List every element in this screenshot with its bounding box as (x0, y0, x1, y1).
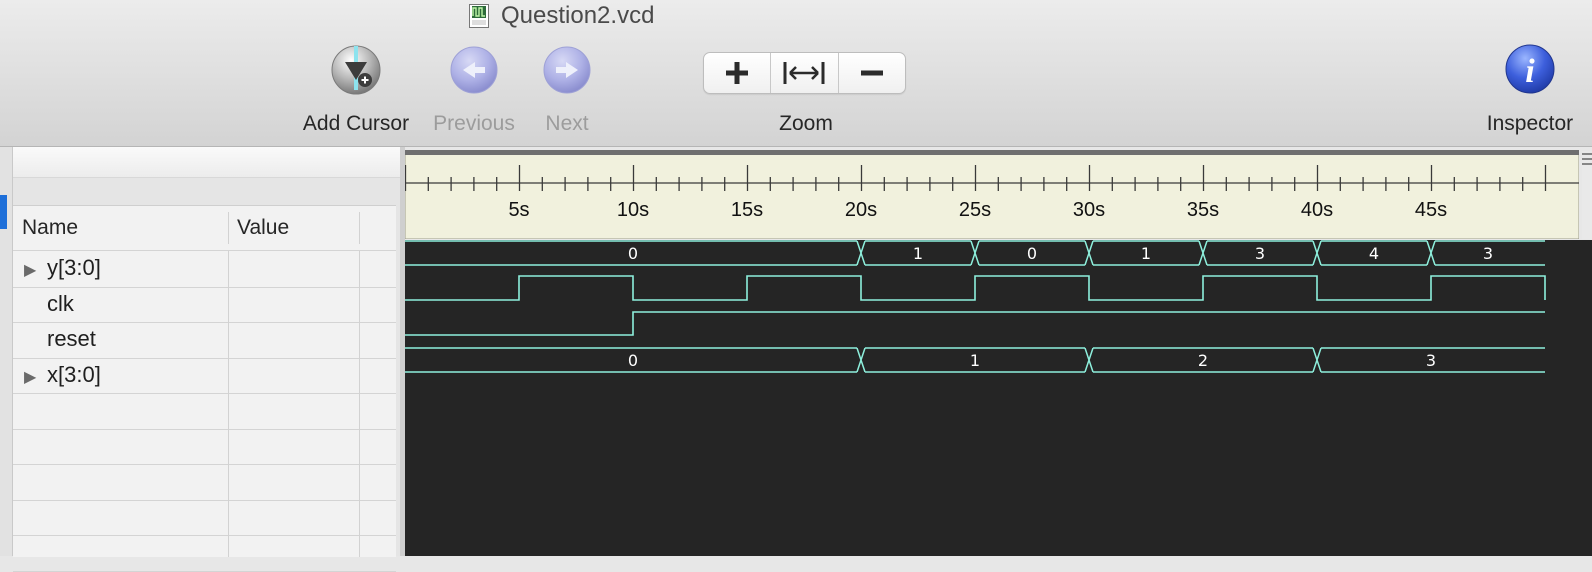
previous-arrow-icon (450, 46, 498, 94)
vcd-file-icon (469, 4, 489, 28)
signal-name: reset (47, 326, 96, 351)
add-cursor-button[interactable]: Add Cursor (298, 40, 414, 135)
previous-button[interactable]: Previous (426, 40, 522, 135)
x-value-label: 0 (628, 351, 638, 370)
y-value-label: 0 (628, 244, 638, 263)
y-value-label: 4 (1369, 244, 1379, 263)
zoom-fit-button[interactable] (771, 53, 839, 93)
ruler-tick-label: 10s (617, 199, 649, 221)
ruler-tick-label: 25s (959, 199, 991, 221)
names-panel-header-bar (13, 147, 400, 178)
x-value-label: 3 (1426, 351, 1436, 370)
svg-text:i: i (1525, 53, 1535, 90)
disclosure-triangle-icon[interactable]: ▶ (24, 260, 36, 280)
menu-lines-icon (1582, 153, 1592, 165)
row-divider (13, 464, 396, 465)
previous-label: Previous (433, 112, 515, 135)
next-label: Next (545, 112, 589, 135)
ruler-tick-label: 15s (731, 199, 763, 221)
signal-row[interactable]: clk (13, 287, 396, 323)
signal-row[interactable]: reset (13, 322, 396, 358)
ruler-tick-label: 20s (845, 199, 877, 221)
row-divider (13, 429, 396, 430)
inspector-button[interactable]: i Inspector (1478, 40, 1582, 135)
signals-table: Name Value ▶ y[3:0] clk reset ▶ x[3:0] (13, 205, 396, 572)
waveform-area[interactable]: 0 1 0 1 3 4 3 0 1 2 3 (405, 240, 1592, 556)
column-separator[interactable] (359, 212, 360, 244)
row-divider (13, 535, 396, 536)
disclosure-triangle-icon[interactable]: ▶ (24, 367, 36, 387)
signal-name: x[3:0] (47, 362, 101, 387)
signal-name: y[3:0] (47, 255, 101, 280)
zoom-out-button[interactable] (839, 53, 905, 93)
y-value-label: 1 (913, 244, 923, 263)
signal-row[interactable]: ▶ y[3:0] (13, 251, 396, 287)
ruler-tick-label: 5s (508, 199, 529, 221)
ruler-tick-label: 45s (1415, 199, 1447, 221)
minus-icon (860, 70, 883, 76)
left-edge-strip (0, 147, 13, 556)
zoom-in-button[interactable] (704, 53, 772, 93)
ruler-top-edge (405, 150, 1579, 155)
waveform-background (405, 240, 1592, 556)
add-cursor-label: Add Cursor (302, 112, 410, 135)
y-value-label: 1 (1141, 244, 1151, 263)
plus-icon (726, 62, 749, 84)
ruler-tick-label: 40s (1301, 199, 1333, 221)
ruler-tick-label: 35s (1187, 199, 1219, 221)
time-ruler[interactable]: 5s 10s 15s 20s 25s 30s 35s 40s 45s (405, 150, 1579, 239)
signal-names-panel: Name Value ▶ y[3:0] clk reset ▶ x[3:0] (13, 147, 400, 572)
add-cursor-icon (331, 45, 381, 95)
x-value-label: 2 (1198, 351, 1208, 370)
toolbar: Question2.vcd Add Cursor Previous Next Z… (0, 0, 1592, 147)
inspector-label: Inspector (1486, 112, 1574, 135)
column-header-name[interactable]: Name (22, 206, 78, 250)
zoom-fit-icon (783, 62, 825, 84)
ruler-background (405, 150, 1579, 239)
selection-indicator (0, 195, 7, 229)
ruler-tick-label: 30s (1073, 199, 1105, 221)
next-arrow-icon (543, 46, 591, 94)
next-button[interactable]: Next (536, 40, 598, 135)
y-value-label: 3 (1483, 244, 1493, 263)
column-header-value[interactable]: Value (237, 206, 289, 250)
ruler-menu-handle[interactable] (1582, 151, 1592, 239)
window-title: Question2.vcd (469, 1, 654, 31)
info-icon: i (1505, 44, 1555, 94)
row-divider (13, 500, 396, 501)
zoom-label: Zoom (779, 112, 833, 135)
y-value-label: 3 (1255, 244, 1265, 263)
signal-name: clk (47, 291, 74, 316)
window-title-text: Question2.vcd (501, 2, 655, 29)
zoom-control (703, 52, 906, 94)
signal-row[interactable]: ▶ x[3:0] (13, 358, 396, 394)
y-value-label: 0 (1027, 244, 1037, 263)
x-value-label: 1 (970, 351, 980, 370)
column-separator[interactable] (228, 212, 229, 244)
